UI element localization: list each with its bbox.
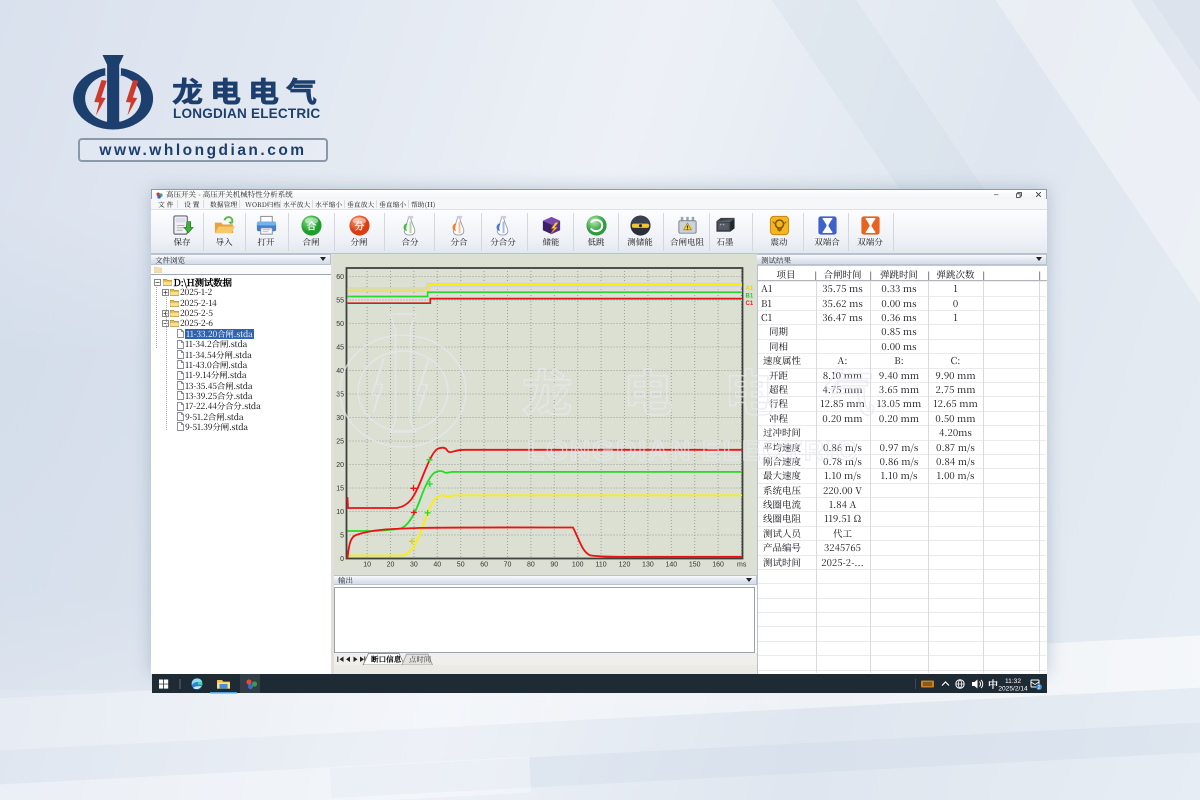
svg-text:30: 30 [336,415,344,422]
svg-text:55: 55 [336,297,344,304]
svg-text:断口信息: 断口信息 [371,654,402,665]
svg-text:35: 35 [336,391,344,398]
svg-text:20: 20 [336,462,344,469]
svg-text:10: 10 [336,509,344,516]
svg-text:中: 中 [988,676,998,691]
svg-text:C1: C1 [746,301,754,307]
svg-text:5: 5 [340,532,344,539]
svg-text:A1: A1 [746,286,754,292]
svg-text:点时间: 点时间 [409,654,431,665]
svg-text:45: 45 [336,344,344,351]
svg-text:2025/2/14: 2025/2/14 [998,686,1028,693]
svg-text:2: 2 [1037,685,1040,691]
svg-text:合: 合 [306,218,316,232]
svg-text:90: 90 [550,562,558,569]
svg-text:ms: ms [737,562,747,569]
svg-text:40: 40 [433,562,441,569]
svg-text:80: 80 [527,562,535,569]
svg-text:100: 100 [572,562,584,569]
svg-text:30: 30 [410,562,418,569]
svg-text:15: 15 [336,485,344,492]
svg-text:10: 10 [363,562,371,569]
svg-text:50: 50 [457,562,465,569]
svg-text:25: 25 [336,438,344,445]
svg-text:140: 140 [665,562,677,569]
svg-text:11:32: 11:32 [1005,678,1021,685]
svg-text:B1: B1 [746,294,754,300]
svg-text:分: 分 [354,218,364,232]
svg-text:60: 60 [336,274,344,281]
svg-text:70: 70 [504,562,512,569]
svg-text:60: 60 [480,562,488,569]
svg-text:150: 150 [689,562,701,569]
svg-text:20: 20 [387,562,395,569]
svg-text:110: 110 [596,562,607,569]
svg-text:160: 160 [712,562,724,569]
svg-text:50: 50 [336,321,344,328]
svg-text:40: 40 [336,368,344,375]
svg-text:0: 0 [340,556,344,563]
svg-text:130: 130 [642,562,654,569]
svg-text:120: 120 [619,562,631,569]
